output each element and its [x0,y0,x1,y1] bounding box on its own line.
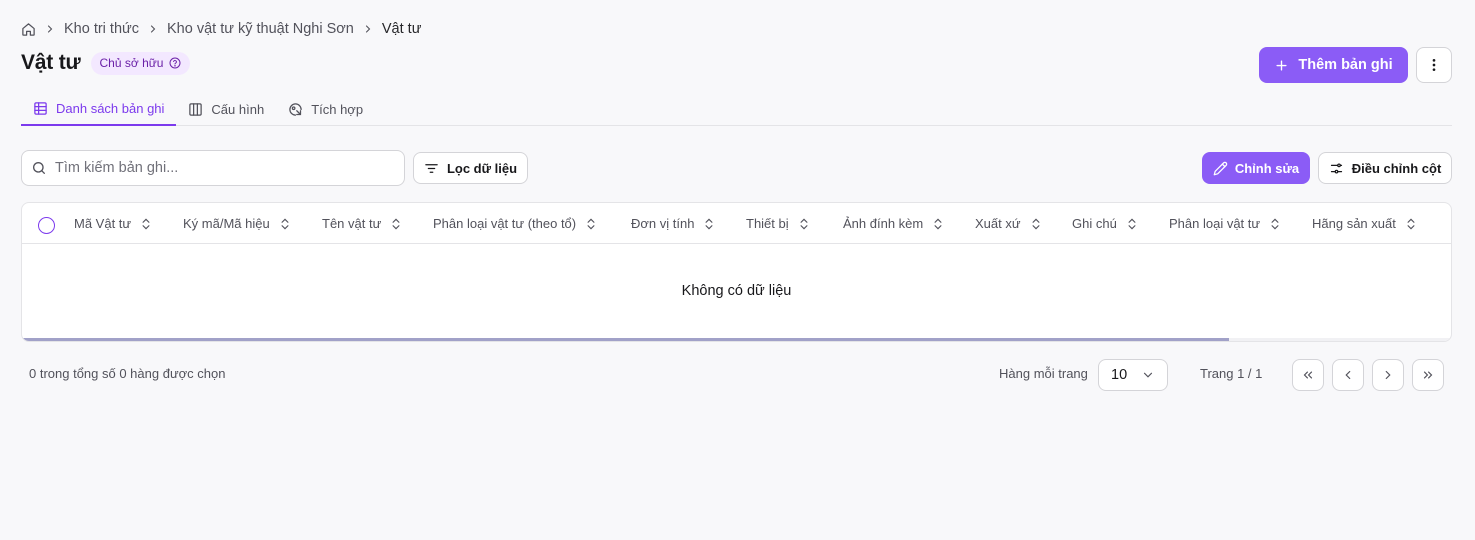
chevron-right-icon [1381,368,1395,382]
chevron-left-icon [1341,368,1355,382]
owner-badge-label: Chủ sở hữu [99,56,164,70]
column-header-label: Ghi chú [1072,216,1117,231]
column-header[interactable]: Ký mã/Mã hiệu [183,203,292,244]
breadcrumb-item-current: Vật tư [381,21,422,37]
column-header-label: Ảnh đính kèm [843,216,924,231]
search-box [21,150,405,186]
selected-rows-info: 0 trong tổng số 0 hàng được chọn [29,366,226,381]
more-vertical-icon [1426,57,1442,73]
table-header: Mã Vật tư Ký mã/Mã hiệu Tên vật tư Phân … [22,203,1451,244]
column-header[interactable]: Xuất xứ [975,203,1043,244]
filter-icon [424,161,439,176]
sort-icon [1404,217,1418,231]
search-icon [31,160,47,176]
filter-button[interactable]: Lọc dữ liệu [413,152,528,184]
sort-icon [1268,217,1282,231]
pencil-icon [1213,161,1228,176]
more-options-button[interactable] [1416,47,1452,83]
tab-records-list[interactable]: Danh sách bản ghi [21,92,177,126]
column-header[interactable]: Đơn vị tính [631,203,716,244]
breadcrumb-item-kho-tri-thuc[interactable]: Kho tri thức [64,21,139,37]
column-header[interactable]: Mã Vật tư [74,203,153,244]
page-title: Vật tư [21,51,81,74]
sort-icon [389,217,403,231]
table-icon [33,101,48,116]
columns-config-icon [188,102,203,117]
sliders-icon [1329,161,1344,176]
horizontal-scrollbar[interactable] [22,338,1451,341]
column-header-label: Đơn vị tính [631,216,695,231]
previous-page-button[interactable] [1332,359,1364,391]
column-header[interactable]: Ảnh đính kèm [843,203,945,244]
chevrons-left-icon [1301,368,1315,382]
column-header[interactable]: Phân loại vật tư [1169,203,1282,244]
rows-per-page-label: Hàng mỗi trang [999,366,1088,381]
breadcrumb-item-kho-vat-tu[interactable]: Kho vật tư kỹ thuật Nghi Sơn [167,21,354,37]
filter-label: Lọc dữ liệu [446,160,518,176]
scrollbar-thumb[interactable] [22,338,1229,341]
column-header-label: Phân loại vật tư [1169,216,1261,231]
adjust-columns-button[interactable]: Điều chỉnh cột [1318,152,1452,184]
page-info: Trang 1 / 1 [1200,366,1263,381]
breadcrumb: Kho tri thức Kho vật tư kỹ thuật Nghi Sơ… [21,19,421,39]
column-header-label: Ký mã/Mã hiệu [183,216,270,231]
chevron-right-icon [44,23,56,35]
tab-label: Tích hợp [311,101,364,117]
sort-icon [931,217,945,231]
empty-state: Không có dữ liệu [681,283,792,299]
help-circle-icon[interactable] [169,57,181,69]
rows-per-page-select[interactable]: 10 [1098,359,1168,391]
tab-label: Cấu hình [211,101,265,117]
sort-icon [797,217,811,231]
add-record-label: Thêm bản ghi [1298,57,1393,73]
sort-icon [584,217,598,231]
last-page-button[interactable] [1412,359,1444,391]
rows-per-page-value: 10 [1111,367,1128,383]
sort-icon [1125,217,1139,231]
chevron-right-icon [362,23,374,35]
adjust-columns-label: Điều chỉnh cột [1351,160,1442,176]
column-header-label: Mã Vật tư [74,216,132,231]
next-page-button[interactable] [1372,359,1404,391]
column-header-label: Tên vật tư [322,216,382,231]
home-icon[interactable] [21,22,36,37]
select-all-checkbox[interactable] [38,217,55,234]
column-header-label: Hãng sản xuất [1312,216,1396,231]
column-header[interactable]: Hãng sản xuất [1312,203,1418,244]
title-row: Vật tư Chủ sở hữu [21,50,191,76]
tab-label: Danh sách bản ghi [56,100,165,116]
column-header[interactable]: Tên vật tư [322,203,403,244]
column-header[interactable]: Ghi chú [1072,203,1139,244]
edit-button[interactable]: Chỉnh sửa [1202,152,1310,184]
sort-icon [702,217,716,231]
tabs: Danh sách bản ghi Cấu hình Tích hợp [21,92,1452,126]
chevron-right-icon [147,23,159,35]
column-header[interactable]: Phân loại vật tư (theo tổ) [433,203,598,244]
column-header-label: Phân loại vật tư (theo tổ) [433,216,577,231]
add-record-button[interactable]: Thêm bản ghi [1259,47,1408,83]
tab-integration[interactable]: Tích hợp [276,92,375,126]
integration-icon [288,102,303,117]
first-page-button[interactable] [1292,359,1324,391]
column-header-label: Xuất xứ [975,216,1021,231]
edit-label: Chỉnh sửa [1234,160,1300,176]
sort-icon [278,217,292,231]
tab-config[interactable]: Cấu hình [176,92,276,126]
chevron-down-icon [1141,368,1155,382]
sort-icon [139,217,153,231]
column-header-label: Thiết bị [746,216,789,231]
plus-icon [1274,58,1289,73]
search-input[interactable] [55,160,404,176]
owner-badge: Chủ sở hữu [90,51,191,75]
sort-icon [1029,217,1043,231]
column-header[interactable]: Thiết bị [746,203,811,244]
chevrons-right-icon [1421,368,1435,382]
records-table: Mã Vật tư Ký mã/Mã hiệu Tên vật tư Phân … [21,202,1452,342]
